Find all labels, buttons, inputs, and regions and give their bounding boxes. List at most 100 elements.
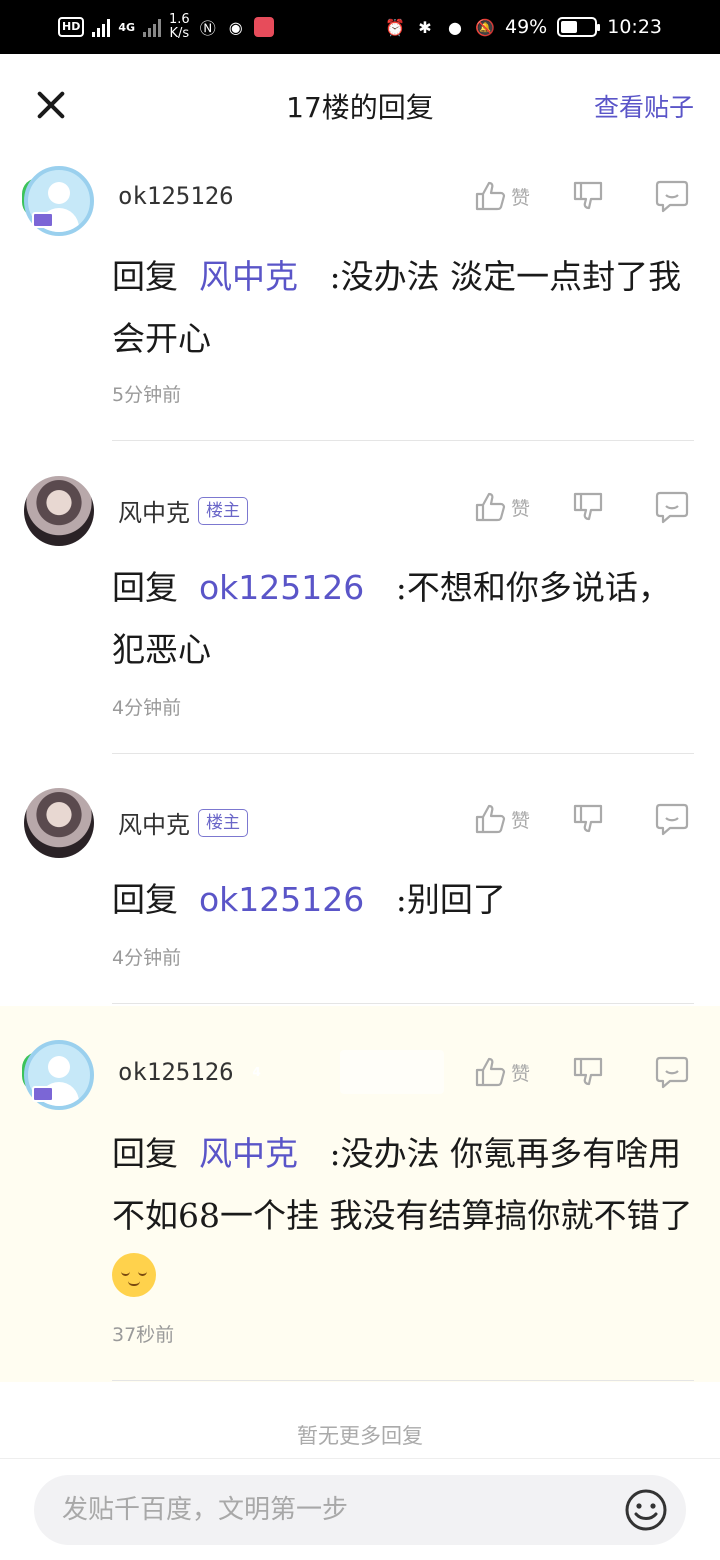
owner-tag: 楼主 (198, 496, 248, 525)
like-label: 赞 (510, 809, 530, 832)
reply-icon[interactable] (654, 1054, 690, 1090)
mention-link[interactable]: ok125126 (199, 568, 364, 607)
app-notification-icon (253, 17, 274, 37)
comment-text: :没办法 淡定一点封了我会开心 (112, 257, 682, 358)
like-label: 赞 (510, 186, 530, 209)
thumbs-down-icon[interactable] (570, 801, 606, 837)
comment-text: :不想和你多说话，犯恶心 (112, 568, 671, 669)
no-more-replies: 暂无更多回复 (297, 1424, 423, 1448)
bluetooth-icon: ✱ (418, 17, 432, 37)
mention-link[interactable]: 风中克 (199, 1134, 298, 1173)
clock: 10:23 (607, 16, 662, 38)
reply-prefix: 回复 (112, 880, 178, 919)
avatar-badge-icon (32, 212, 54, 228)
header: 17楼的回复 查看贴子 (0, 54, 720, 154)
comment-body: 回复 风中克 :没办法 淡定一点封了我会开心 (112, 246, 696, 370)
comment-text: :别回了 (395, 880, 506, 919)
timestamp: 4分钟前 (112, 697, 182, 719)
mention-link[interactable]: 风中克 (199, 257, 298, 296)
like-button[interactable]: 赞 (473, 802, 530, 836)
reply-prefix: 回复 (112, 257, 178, 296)
reply-icon[interactable] (654, 801, 690, 837)
location-icon: ● (448, 17, 462, 37)
comment-actions: 赞 (473, 489, 690, 525)
level-number: 1 (266, 815, 276, 830)
speed-unit: K/s (169, 26, 190, 41)
username-text: 风中克 (118, 499, 190, 527)
battery-icon (557, 17, 601, 37)
thumbs-up-icon (475, 804, 506, 834)
thumbs-up-icon (475, 1057, 506, 1087)
speed-value: 1.6 (169, 12, 190, 27)
comment-item: 风中克 楼主 1 赞 回复 ok125126 :别回了 4分钟前 (0, 755, 720, 1005)
thumbs-down-icon[interactable] (570, 489, 606, 525)
like-label: 赞 (510, 1062, 530, 1085)
comment-item-highlighted: ok125126 4 赞 回复 风中克 :没办法 你氪再多有啥用 不如68一个挂… (0, 1006, 720, 1382)
relieved-face-emoji-icon (112, 1253, 156, 1297)
avatar[interactable] (24, 788, 94, 858)
comment-item: 风中克 楼主 1 赞 回复 ok125126 :不想和你多说话，犯恶心 4分钟前 (0, 443, 720, 755)
username[interactable]: 风中克 楼主 1 (118, 805, 286, 840)
thumbs-down-icon[interactable] (570, 178, 606, 214)
thumbs-down-icon[interactable] (570, 1054, 606, 1090)
comment-item: ok125126 4 赞 回复 风中克 :没办法 淡定一点封了我会开心 5分钟前 (0, 154, 720, 442)
level-number: 4 (252, 189, 261, 203)
status-bar-left: HD 4G 1.6 K/s Ⓝ ◉ (58, 10, 274, 44)
mention-link[interactable]: ok125126 (199, 880, 364, 919)
username[interactable]: ok125126 4 (118, 1058, 272, 1086)
reply-input-container (34, 1475, 686, 1545)
username[interactable]: 风中克 楼主 1 (118, 493, 286, 528)
reply-icon[interactable] (654, 178, 690, 214)
shield-icon: ◉ (228, 17, 243, 37)
emoji-picker-icon[interactable] (624, 1488, 668, 1532)
level-badge-icon: 1 (256, 499, 286, 523)
comment-body: 回复 ok125126 :不想和你多说话，犯恶心 (112, 557, 696, 681)
bottom-input-bar (0, 1458, 720, 1560)
divider (112, 1380, 694, 1381)
timestamp: 5分钟前 (112, 384, 182, 406)
like-label: 赞 (510, 497, 530, 520)
reply-input[interactable] (62, 1475, 622, 1545)
username-text: ok125126 (118, 182, 234, 210)
avatar-badge-icon (32, 1086, 54, 1102)
thumbs-up-icon (475, 492, 506, 522)
status-bar: HD 4G 1.6 K/s Ⓝ ◉ ⏰ ✱ ● 🔕 49% 10:23 (0, 0, 720, 54)
status-bar-right: ⏰ ✱ ● 🔕 49% 10:23 (385, 10, 662, 44)
owner-tag: 楼主 (198, 808, 248, 837)
comment-body: 回复 ok125126 :别回了 (112, 869, 696, 931)
username-text: ok125126 (118, 1058, 234, 1086)
timestamp: 4分钟前 (112, 947, 182, 969)
timestamp: 37秒前 (112, 1324, 175, 1346)
level-badge-icon: 1 (256, 811, 286, 835)
alarm-icon: ⏰ (385, 17, 405, 37)
view-post-link[interactable]: 查看贴子 (594, 88, 694, 124)
reply-icon[interactable] (654, 489, 690, 525)
divider (112, 753, 694, 754)
thumbs-up-icon (475, 181, 506, 211)
reply-prefix: 回复 (112, 1134, 178, 1173)
level-badge-icon: 4 (242, 184, 272, 208)
comment-body: 回复 风中克 :没办法 你氪再多有啥用 不如68一个挂 我没有结算搞你就不错了 (112, 1123, 696, 1309)
username-text: 风中克 (118, 811, 190, 839)
battery-percent: 49% (505, 16, 548, 38)
level-number: 1 (266, 503, 276, 518)
nfc-icon: Ⓝ (199, 19, 216, 38)
signal-icon-secondary (143, 17, 162, 37)
comment-actions: 赞 (473, 801, 690, 837)
avatar[interactable] (24, 476, 94, 546)
like-button[interactable]: 赞 (473, 490, 530, 524)
divider (112, 1003, 694, 1004)
reply-prefix: 回复 (112, 568, 178, 607)
level-badge-icon: 4 (242, 1060, 272, 1084)
comment-actions: 赞 (473, 1054, 690, 1090)
level-number: 4 (252, 1065, 261, 1079)
comment-actions: 赞 (473, 178, 690, 214)
network-type: 4G (118, 20, 136, 34)
username[interactable]: ok125126 4 (118, 182, 272, 210)
network-speed: 1.6 K/s (169, 13, 190, 41)
divider (112, 440, 694, 441)
like-button[interactable]: 赞 (473, 179, 530, 213)
like-button[interactable]: 赞 (473, 1055, 530, 1089)
blurred-overlay (340, 1050, 444, 1094)
signal-icon (92, 17, 111, 37)
